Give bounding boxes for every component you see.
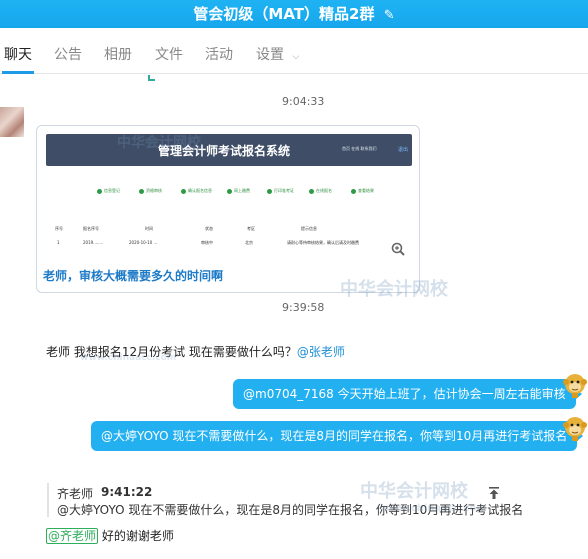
outgoing-message-bubble[interactable]: @m0704_7168 今天开始上班了，估计协会一周左右能审核 (233, 379, 582, 409)
tab-settings-label: 设置 (256, 47, 284, 63)
pin-to-top-icon[interactable] (488, 487, 500, 499)
image-message[interactable]: 管理会计师考试报名系统 首页 在线 联系我们 退出 信息登记 资格审核 确认报名… (36, 125, 420, 293)
pencil-icon[interactable]: ✎ (384, 8, 395, 23)
tab-chat[interactable]: 聊天 (4, 44, 32, 64)
last-message-text: 好的谢谢老师 (98, 529, 174, 543)
screenshot-logout: 退出 (398, 147, 409, 153)
avatar[interactable] (0, 107, 24, 137)
tab-files[interactable]: 文件 (155, 44, 183, 64)
tab-bar: 聊天 公告 相册 文件 活动 设置 ⌵ (0, 28, 588, 74)
timestamp: 9:04:33 (282, 95, 325, 108)
screenshot-step: 打印准考证 (267, 188, 294, 194)
screenshot-step: 资格审核 (139, 188, 162, 194)
screenshot-steps: 信息登记 资格审核 确认报名信息 网上缴费 打印准考证 在线报名 查看结果 (97, 188, 387, 196)
watermark: 中华会计网校 (360, 481, 468, 502)
outgoing-message-bubble[interactable]: @大婷YOYO 现在不需要做什么，现在是8月的同学在报名，你等到10月再进行考试… (91, 421, 584, 451)
screenshot-step: 查看结果 (351, 188, 374, 194)
active-tab-indicator (2, 71, 34, 74)
tab-activity[interactable]: 活动 (205, 44, 233, 64)
reply-time: 9:41:22 (101, 485, 153, 499)
screenshot-step: 信息登记 (97, 188, 120, 194)
tab-announcement[interactable]: 公告 (54, 44, 82, 64)
chevron-down-icon: ⌵ (292, 52, 300, 62)
watermark: 中华会计网校 (117, 135, 201, 151)
reply-sender-name: 齐老师 (57, 487, 94, 501)
screenshot-top-links: 首页 在线 联系我们 (342, 146, 377, 151)
chat-area[interactable]: 9:04:33 管理会计师考试报名系统 首页 在线 联系我们 退出 信息登记 资… (0, 75, 588, 559)
watermark: www.chinaacc.com (380, 503, 487, 514)
last-message: @齐老师 好的谢谢老师 (46, 527, 174, 544)
screenshot-step: 确认报名信息 (181, 188, 212, 194)
watermark: 中华会计网校 (340, 279, 448, 300)
screenshot-step: 网上缴费 (227, 188, 250, 194)
timestamp: 9:39:58 (282, 301, 325, 314)
group-title: 管会初级（MAT）精品2群 (193, 5, 375, 23)
mention-link[interactable]: @张老师 (297, 345, 345, 359)
screenshot-header: 管理会计师考试报名系统 首页 在线 联系我们 退出 (46, 134, 412, 166)
tab-album[interactable]: 相册 (104, 44, 132, 64)
mention-tag[interactable]: @齐老师 (46, 528, 99, 544)
monkey-avatar-icon[interactable] (563, 415, 587, 441)
zoom-in-icon[interactable] (391, 242, 405, 256)
monkey-avatar-icon[interactable] (563, 372, 587, 398)
image-caption: 老师，审核大概需要多久的时间啊 (43, 269, 224, 283)
watermark: www.chinaacc.com (80, 353, 177, 363)
screenshot-step: 在线报名 (309, 188, 332, 194)
window-title-bar: 管会初级（MAT）精品2群 ✎ (0, 0, 588, 28)
check-icon (148, 75, 155, 81)
tab-settings[interactable]: 设置 ⌵ (256, 44, 299, 64)
